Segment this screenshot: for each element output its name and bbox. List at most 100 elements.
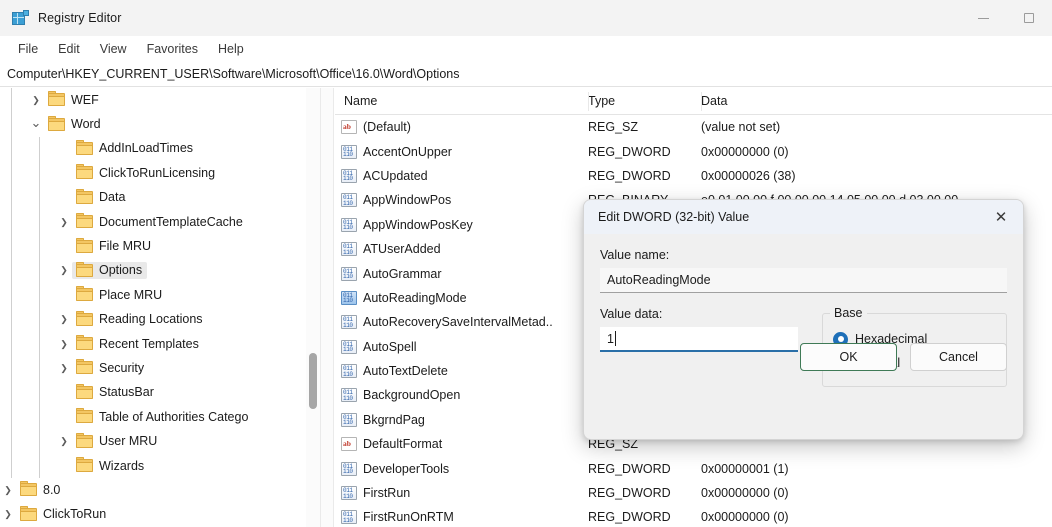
maximize-button[interactable] (1006, 0, 1052, 36)
list-column-headers: Name Type Data (335, 88, 1052, 115)
value-name-cell: 011 110 BkgrndPag (335, 412, 588, 427)
tree-item-file-mru[interactable]: ❯File MRU (0, 234, 320, 259)
tree-guide-line (11, 380, 12, 406)
edit-dword-dialog: Edit DWORD (32-bit) Value ✕ Value name: … (583, 199, 1024, 440)
tree-item-table-of-authorities-catego[interactable]: ❯Table of Authorities Catego (0, 405, 320, 430)
pane-splitter[interactable] (320, 88, 334, 527)
close-icon[interactable]: ✕ (979, 200, 1023, 234)
tree-item-place-mru[interactable]: ❯Place MRU (0, 283, 320, 308)
column-header-data[interactable]: Data (701, 94, 1052, 108)
table-row[interactable]: 011 110 AccentOnUpper REG_DWORD 0x00000000 (… (335, 139, 1052, 163)
address-bar[interactable]: Computer\HKEY_CURRENT_USER\Software\Micr… (0, 62, 1052, 87)
tree-item-wizards[interactable]: ❯Wizards (0, 453, 320, 479)
tree-scrollbar[interactable] (306, 88, 320, 527)
chevron-right-icon[interactable]: ❯ (56, 360, 72, 376)
value-data-cell: 0x00000000 (0) (701, 144, 789, 159)
dword-value-icon: 011 110 (341, 388, 357, 403)
tree-guide-line (39, 307, 40, 332)
tree-guide-line (39, 234, 40, 259)
table-row[interactable]: 011 110 FirstRunOnRTM REG_DWORD 0x00000000 (… (335, 505, 1052, 527)
dword-value-icon: 011 110 (341, 266, 357, 281)
string-value-icon: ab (341, 437, 357, 452)
string-value-icon: ab (341, 120, 357, 135)
value-name-text: BkgrndPag (363, 412, 425, 427)
value-name-cell: 011 110 AppWindowPosKey (335, 217, 588, 232)
value-name-input[interactable]: AutoReadingMode (600, 268, 1007, 293)
tree-item-documenttemplatecache[interactable]: ❯ DocumentTemplateCache (0, 209, 320, 235)
tree-item-label: Table of Authorities Catego (99, 409, 249, 424)
value-name-label: Value name: (600, 248, 670, 262)
tree-item-content: Security (72, 359, 149, 377)
folder-icon (76, 164, 93, 180)
tree-item-clicktorunlicensing[interactable]: ❯ClickToRunLicensing (0, 161, 320, 186)
tree-item-statusbar[interactable]: ❯StatusBar (0, 380, 320, 406)
chevron-right-icon[interactable]: ❯ (56, 214, 72, 230)
folder-icon (76, 213, 93, 229)
folder-icon (76, 335, 93, 351)
menu-help[interactable]: Help (208, 39, 254, 59)
value-data-cell: 0x00000026 (38) (701, 168, 796, 183)
value-data-input[interactable]: 1 (600, 327, 798, 352)
tree-item-data[interactable]: ❯Data (0, 185, 320, 210)
dword-value-icon: 011 110 (341, 364, 357, 379)
value-name-cell: 011 110 AutoSpell (335, 339, 588, 354)
registry-path: Computer\HKEY_CURRENT_USER\Software\Micr… (7, 67, 460, 81)
tree-item-label: Options (99, 263, 143, 278)
tree-item-reading-locations[interactable]: ❯ Reading Locations (0, 307, 320, 332)
value-type-cell: REG_DWORD (588, 486, 671, 501)
minimize-button[interactable] (960, 0, 1006, 36)
tree-item-content: ClickToRunLicensing (72, 164, 220, 182)
menu-edit[interactable]: Edit (48, 39, 90, 59)
tree-item-wef[interactable]: ❯ WEF (0, 88, 320, 113)
tree-item-user-mru[interactable]: ❯ User MRU (0, 429, 320, 454)
folder-icon (76, 188, 93, 204)
tree-item-options[interactable]: ❯ Options (0, 258, 320, 284)
tree-item-content: StatusBar (72, 383, 159, 401)
tree-guide-line (11, 356, 12, 381)
folder-icon (76, 457, 93, 473)
dword-value-icon: 011 110 (341, 315, 357, 330)
tree-item-clicktorun[interactable]: ❯ ClickToRun (0, 503, 320, 527)
chevron-right-icon[interactable]: ❯ (0, 482, 16, 498)
menu-file[interactable]: File (8, 39, 48, 59)
tree-item-word[interactable]: ⌄ Word (0, 112, 320, 137)
column-header-type[interactable]: Type (588, 94, 701, 108)
tree-item-8-0[interactable]: ❯ 8.0 (0, 478, 320, 502)
ok-button[interactable]: OK (800, 343, 897, 371)
table-row[interactable]: 011 110 DeveloperTools REG_DWORD 0x00000001 … (335, 456, 1052, 480)
tree-item-content: Recent Templates (72, 335, 204, 353)
value-name-cell: 011 110 AutoTextDelete (335, 364, 588, 379)
value-name-text: ATUserAdded (363, 242, 441, 257)
value-name-cell: 011 110 FirstRunOnRTM (335, 510, 588, 525)
cancel-button[interactable]: Cancel (910, 343, 1007, 371)
chevron-right-icon[interactable]: ❯ (56, 434, 72, 450)
menu-favorites[interactable]: Favorites (137, 39, 208, 59)
chevron-right-icon[interactable]: ❯ (56, 263, 72, 279)
registry-tree-pane[interactable]: ❯WEF⌄Word❯AddInLoadTimes❯ClickToRunLicen… (0, 88, 320, 527)
value-name-text: DefaultFormat (363, 437, 443, 452)
column-header-name[interactable]: Name (335, 94, 588, 108)
tree-item-content: Options (72, 261, 148, 280)
folder-icon (76, 383, 93, 399)
chevron-right-icon[interactable]: ❯ (56, 336, 72, 352)
menu-view[interactable]: View (90, 39, 137, 59)
chevron-right-icon[interactable]: ❯ (28, 92, 44, 108)
tree-item-label: Recent Templates (99, 336, 199, 351)
tree-item-security[interactable]: ❯ Security (0, 356, 320, 381)
table-row[interactable]: 011 110 FirstRun REG_DWORD 0x00000000 (0) (335, 481, 1052, 505)
value-name-text: (Default) (363, 120, 411, 135)
tree-item-addinloadtimes[interactable]: ❯AddInLoadTimes (0, 136, 320, 162)
chevron-down-icon[interactable]: ⌄ (28, 114, 44, 130)
table-row[interactable]: 011 110 ACUpdated REG_DWORD 0x00000026 (38) (335, 164, 1052, 188)
value-name-text: AutoRecoverySaveIntervalMetad.. (363, 315, 553, 330)
tree-item-content: Place MRU (72, 286, 167, 304)
chevron-right-icon[interactable]: ❯ (56, 312, 72, 328)
chevron-right-icon[interactable]: ❯ (0, 507, 16, 523)
tree-guide-line (39, 356, 40, 381)
tree-scrollbar-thumb[interactable] (309, 353, 317, 409)
value-name-text: AppWindowPosKey (363, 217, 473, 232)
table-row[interactable]: ab (Default) REG_SZ (value not set) (335, 115, 1052, 139)
tree-guide-line (39, 405, 40, 430)
value-type-cell: REG_DWORD (588, 510, 671, 525)
tree-item-recent-templates[interactable]: ❯ Recent Templates (0, 331, 320, 357)
